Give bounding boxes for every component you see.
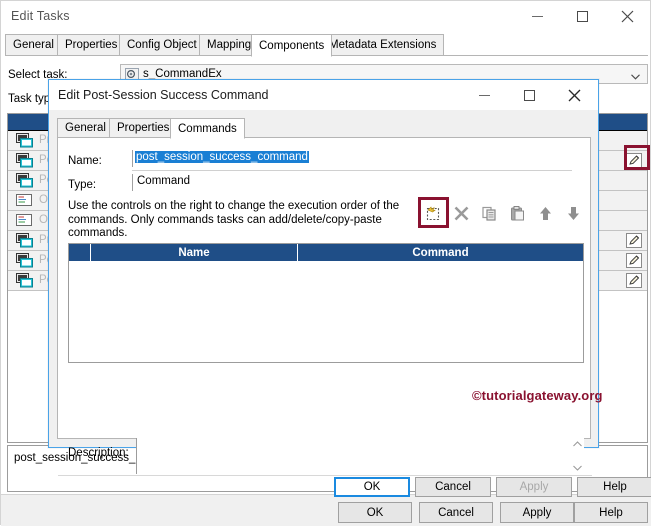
commands-instructions-text: Use the controls on the right to change … bbox=[68, 200, 400, 239]
highlight-box-new-command bbox=[418, 197, 449, 228]
commands-table-header: Name Command bbox=[69, 244, 583, 261]
paste-icon[interactable] bbox=[504, 200, 530, 226]
name-field-underline bbox=[132, 170, 572, 171]
arrow-down-icon[interactable] bbox=[560, 200, 586, 226]
session-icon bbox=[16, 233, 34, 248]
dialog-tab-commands[interactable]: Commands bbox=[170, 118, 245, 139]
dialog-help-button[interactable]: Help bbox=[577, 477, 651, 497]
main-cancel-button[interactable]: Cancel bbox=[419, 502, 493, 523]
commands-col-command: Command bbox=[412, 246, 469, 259]
type-label: Type: bbox=[68, 179, 97, 191]
session-icon bbox=[16, 273, 34, 288]
dialog-cancel-button[interactable]: Cancel bbox=[415, 477, 491, 497]
commands-col-name: Name bbox=[91, 244, 298, 261]
maximize-icon[interactable] bbox=[560, 1, 605, 32]
commands-col-spacer bbox=[69, 244, 91, 261]
type-input-value: Command bbox=[137, 175, 191, 187]
name-input-value: post_session_success_command bbox=[135, 151, 309, 163]
main-apply-button[interactable]: Apply bbox=[500, 502, 574, 523]
dialog-tabstrip: General Properties Commands bbox=[57, 118, 591, 139]
email-icon bbox=[16, 193, 34, 208]
dialog-ok-button[interactable]: OK bbox=[334, 477, 410, 497]
session-icon bbox=[16, 153, 34, 168]
chevron-up-icon bbox=[573, 441, 582, 447]
minimize-icon[interactable] bbox=[515, 1, 560, 32]
dialog-tab-properties[interactable]: Properties bbox=[109, 118, 178, 138]
main-titlebar: Edit Tasks bbox=[1, 1, 650, 32]
arrow-up-icon[interactable] bbox=[532, 200, 558, 226]
main-window-title: Edit Tasks bbox=[11, 9, 70, 23]
dialog-tab-general[interactable]: General bbox=[57, 118, 114, 138]
highlight-box-edit-pencil bbox=[624, 145, 650, 170]
commands-table[interactable]: Name Command bbox=[68, 243, 584, 363]
tab-metadata-extensions[interactable]: Metadata Extensions bbox=[321, 34, 445, 56]
edit-post-session-success-command-dialog: Edit Post-Session Success Command Genera… bbox=[48, 79, 651, 497]
description-input[interactable] bbox=[136, 438, 584, 474]
tab-config-object[interactable]: Config Object bbox=[119, 34, 205, 56]
dialog-apply-button: Apply bbox=[496, 477, 572, 497]
watermark-text: ©tutorialgateway.org bbox=[472, 388, 603, 403]
session-icon bbox=[16, 253, 34, 268]
description-scroll-spinner[interactable] bbox=[571, 438, 584, 474]
edit-pencil-button[interactable] bbox=[626, 273, 642, 288]
close-icon[interactable] bbox=[552, 80, 597, 110]
name-label: Name: bbox=[68, 155, 102, 167]
chevron-down-icon bbox=[573, 465, 582, 471]
edit-pencil-button[interactable] bbox=[626, 233, 642, 248]
description-label: Description: bbox=[68, 447, 129, 459]
main-footer: OK Cancel Apply Help bbox=[1, 494, 651, 526]
type-input: Command bbox=[132, 174, 572, 191]
minimize-icon[interactable] bbox=[462, 80, 507, 110]
description-underline bbox=[58, 475, 592, 476]
dialog-title: Edit Post-Session Success Command bbox=[58, 88, 269, 102]
name-input[interactable]: post_session_success_command bbox=[132, 150, 572, 167]
tab-properties[interactable]: Properties bbox=[57, 34, 126, 56]
chevron-down-icon[interactable] bbox=[631, 71, 640, 80]
session-icon bbox=[16, 173, 34, 188]
main-tabstrip: General Properties Config Object Mapping… bbox=[5, 34, 648, 57]
session-icon bbox=[16, 133, 34, 148]
edit-pencil-button[interactable] bbox=[626, 253, 642, 268]
tab-components[interactable]: Components bbox=[251, 34, 333, 57]
dialog-titlebar: Edit Post-Session Success Command bbox=[49, 80, 598, 110]
tab-general[interactable]: General bbox=[5, 34, 62, 56]
main-help-button[interactable]: Help bbox=[574, 502, 648, 523]
delete-x-icon[interactable] bbox=[448, 200, 474, 226]
copy-icon[interactable] bbox=[476, 200, 502, 226]
close-icon[interactable] bbox=[605, 1, 650, 32]
task-type-label: Task typ bbox=[8, 93, 51, 105]
email-icon bbox=[16, 213, 34, 228]
main-ok-button[interactable]: OK bbox=[338, 502, 412, 523]
maximize-icon[interactable] bbox=[507, 80, 552, 110]
